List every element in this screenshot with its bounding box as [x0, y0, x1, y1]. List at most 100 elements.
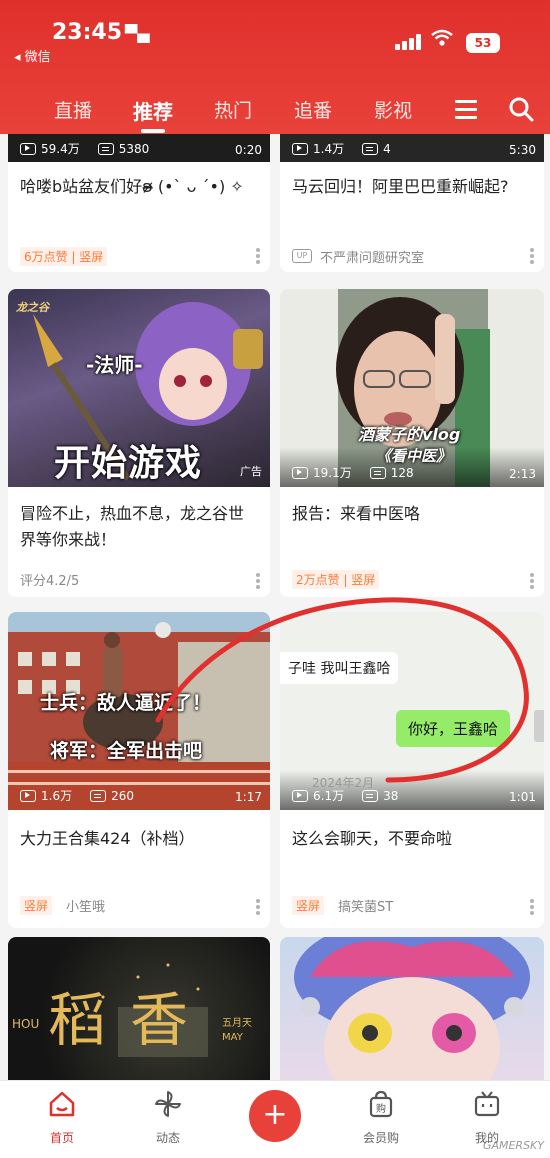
like-count-tag: 6万点赞 | 竖屏 [20, 247, 108, 266]
tab-film[interactable]: 影视 [374, 96, 412, 123]
uploader-name[interactable]: 不严肃问题研究室 [320, 247, 424, 266]
sleep-mode-icon: ▀▄ [125, 24, 150, 43]
video-card[interactable]: 59.4万 5380 0:20 哈喽b站盆友们好ʚ̴̶̷̷ (•ˋ ᴗ ˊ•) … [8, 134, 270, 272]
more-options-icon[interactable] [256, 573, 260, 589]
tv-icon [474, 1091, 500, 1117]
wifi-icon [431, 28, 453, 52]
video-thumbnail: 1.4万 4 5:30 [280, 134, 544, 162]
battery-icon: 53 [466, 33, 500, 53]
danmaku-icon [362, 789, 379, 802]
ad-caption-class: -法师- [86, 353, 143, 377]
uploader-name[interactable]: 搞笑菌ST [338, 896, 393, 915]
ad-label: 广告 [240, 465, 262, 478]
thumb-title-calligraphy: 稻香 [48, 986, 213, 1054]
thumb-subtitle-hou: HOU [12, 1017, 40, 1031]
video-title: 马云回归！阿里巴巴重新崛起? [292, 177, 509, 196]
video-thumbnail: 子哇 我叫王鑫哈 你好，王鑫哈 2024年2月 6.1万 38 1:01 [280, 612, 544, 810]
video-title: 这么会聊天，不要命啦 [292, 829, 453, 848]
vlog-caption-2: 《看中医》 [376, 447, 452, 465]
more-options-icon[interactable] [256, 248, 260, 264]
home-icon [49, 1091, 75, 1117]
pinwheel-icon [155, 1091, 181, 1117]
video-title: 哈喽b站盆友们好ʚ̴̶̷̷ (•ˋ ᴗ ˊ•) ✧ [20, 177, 244, 196]
video-thumbnail: 酒蒙子的vlog 《看中医》 19.1万 128 2:13 [280, 289, 544, 487]
video-thumbnail: 59.4万 5380 0:20 [8, 134, 270, 162]
chat-bubble-right: 你好，王鑫哈 [396, 710, 511, 747]
video-stats: 59.4万 5380 [20, 140, 149, 157]
chat-left-text: 子哇 我叫王鑫哈 [288, 661, 391, 677]
watermark: GAMERSKY [482, 1139, 544, 1152]
danmaku-count: 260 [111, 788, 134, 803]
danmaku-count: 5380 [118, 141, 150, 156]
more-options-icon[interactable] [530, 248, 534, 264]
video-stats: 6.1万 38 [292, 787, 398, 804]
anime-girl-image [294, 937, 530, 1080]
nav-dynamic-label: 动态 [155, 1131, 180, 1145]
play-count: 1.4万 [313, 142, 345, 156]
chat-avatar [534, 710, 544, 742]
danmaku-icon [90, 789, 107, 802]
tab-hot[interactable]: 热门 [214, 96, 252, 123]
more-options-icon[interactable] [530, 899, 534, 915]
nav-vip-shop[interactable]: 购 会员购 [341, 1089, 421, 1145]
video-card[interactable]: 稻香 HOU 五月天 MAY [8, 937, 270, 1080]
play-count: 19.1万 [313, 466, 352, 480]
play-count: 1.6万 [41, 789, 73, 803]
play-count-icon [292, 466, 308, 479]
nav-home-label: 首页 [49, 1131, 74, 1145]
video-card[interactable]: 士兵：敌人逼近了！ 将军：全军出击吧 1.6万 260 1:17 大力王合集42… [8, 612, 270, 928]
video-card[interactable] [280, 937, 544, 1080]
more-options-icon[interactable] [256, 899, 260, 915]
danmaku-count: 128 [390, 465, 414, 480]
menu-icon[interactable] [455, 100, 477, 120]
vertical-tag: 竖屏 [292, 896, 325, 915]
video-duration: 1:17 [235, 790, 262, 804]
play-count-icon [20, 142, 36, 155]
video-card[interactable]: 酒蒙子的vlog 《看中医》 19.1万 128 2:13 报告：来看中医咯 2… [280, 289, 544, 597]
upload-plus-button[interactable]: + [249, 1090, 301, 1142]
play-count-icon [20, 789, 36, 802]
video-stats: 1.6万 260 [20, 787, 134, 804]
danmaku-count: 38 [383, 788, 399, 803]
status-time: 23:45 [52, 20, 123, 45]
tab-live[interactable]: 直播 [54, 96, 92, 123]
up-badge-icon: UP [292, 249, 312, 263]
video-duration: 2:13 [509, 467, 536, 481]
video-card[interactable]: 1.4万 4 5:30 马云回归！阿里巴巴重新崛起? UP 不严肃问题研究室 [280, 134, 544, 272]
more-options-icon[interactable] [530, 573, 534, 589]
svg-text:购: 购 [376, 1102, 386, 1115]
nav-dynamic[interactable]: 动态 [128, 1089, 208, 1145]
ad-card[interactable]: 龙之谷 -法师- 开始游戏 广告 冒险不止，热血不息，龙之谷世界等你来战！ 评分… [8, 289, 270, 597]
video-stats: 19.1万 128 [292, 464, 414, 481]
danmaku-icon [97, 142, 114, 155]
search-icon[interactable] [508, 96, 534, 122]
chat-bubble-left: 子哇 我叫王鑫哈 [280, 652, 399, 684]
vertical-tag: 竖屏 [20, 896, 53, 915]
video-title: 报告：来看中医咯 [292, 504, 421, 523]
play-count: 59.4万 [41, 142, 80, 156]
vlog-caption-1: 酒蒙子的vlog [358, 425, 461, 444]
play-count-icon [292, 789, 308, 802]
game-logo: 龙之谷 [16, 301, 49, 314]
video-card[interactable]: 子哇 我叫王鑫哈 你好，王鑫哈 2024年2月 6.1万 38 1:01 这么会… [280, 612, 544, 928]
video-thumbnail [280, 937, 544, 1080]
chat-right-text: 你好，王鑫哈 [408, 720, 499, 738]
tab-recommend[interactable]: 推荐 [133, 96, 173, 133]
tab-anime[interactable]: 追番 [294, 96, 332, 123]
video-duration: 0:20 [235, 143, 262, 157]
signal-icon [395, 34, 423, 50]
like-count-tag: 2万点赞 | 竖屏 [292, 570, 380, 589]
nav-vip-shop-label: 会员购 [362, 1131, 399, 1145]
rating-text: 评分4.2/5 [20, 574, 80, 589]
video-caption-1: 士兵：敌人逼近了！ [40, 692, 212, 714]
top-header: 23:45 ▀▄ ◂ 微信 53 直播 推荐 热门 追番 影视 [0, 0, 550, 134]
thumb-subtitle-artist: 五月天 MAY [222, 1018, 252, 1043]
nav-mine[interactable]: 我的 [447, 1089, 527, 1145]
back-app-label: 微信 [24, 50, 51, 65]
nav-home[interactable]: 首页 [22, 1089, 102, 1145]
uploader-name[interactable]: 小笙哦 [66, 896, 105, 915]
back-to-app-link[interactable]: ◂ 微信 [14, 46, 51, 65]
ad-thumbnail: 龙之谷 -法师- 开始游戏 广告 [8, 289, 270, 487]
shopping-bag-icon: 购 [369, 1090, 393, 1118]
ad-caption-main: 开始游戏 [54, 443, 203, 484]
